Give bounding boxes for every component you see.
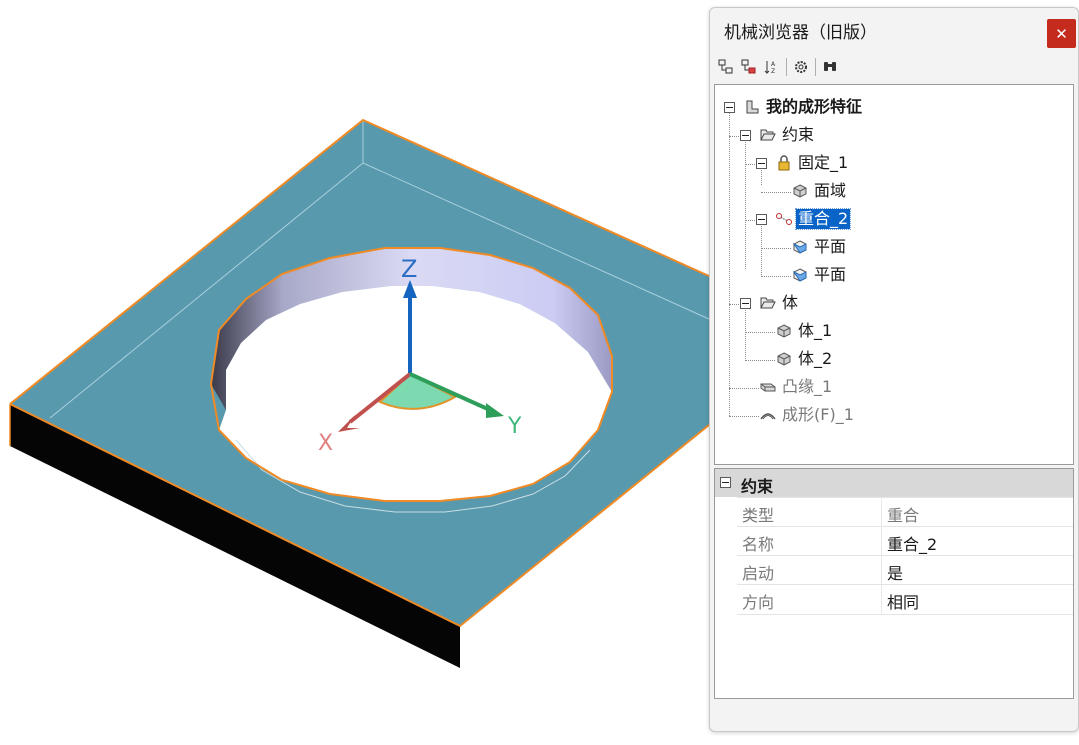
property-value[interactable]: 重合_2 [887,531,937,555]
svg-text:A: A [771,61,776,68]
tree-item-label: 约束 [782,125,815,144]
property-row-enabled[interactable]: 启动 是 [737,555,1073,585]
expander-properties-group[interactable] [720,477,731,488]
browser-toolbar: AZ [716,56,843,78]
tree-item-body-2[interactable]: 体_2 [775,349,834,369]
property-divider [881,585,882,614]
lock-icon [775,155,793,171]
tree-item-label: 体 [782,293,799,312]
property-key: 名称 [742,535,775,554]
expander-fix[interactable] [756,158,767,169]
coincident-constraint-icon [775,211,793,227]
sort-az-icon[interactable]: AZ [762,57,782,77]
tree-item-label: 凸缘_1 [782,377,833,396]
properties-group-title: 约束 [741,477,774,496]
tree-item-label: 体_2 [798,349,833,368]
property-divider [881,527,882,556]
properties-group-header[interactable]: 约束 [715,469,1073,497]
property-value[interactable]: 是 [887,560,903,584]
z-axis-label: Z [401,255,417,283]
folder-open-icon [759,295,777,311]
toolbar-separator [786,58,787,76]
property-value[interactable]: 相同 [887,589,919,613]
tree-item-label: 面域 [814,181,847,200]
tree-item-coincident[interactable]: 重合_2 [775,208,852,230]
svg-text:Z: Z [771,68,775,75]
tree-item-fix[interactable]: 固定_1 [775,153,850,173]
tree-item-constraints[interactable]: 约束 [759,125,816,145]
property-key: 启动 [742,564,775,583]
property-row-type[interactable]: 类型 重合 [737,497,1073,527]
tree-item-label: 成形(F)_1 [782,405,854,424]
tree-item-label: 固定_1 [798,153,849,172]
tree-item-root[interactable]: 我的成形特征 [743,97,864,117]
tree-item-label: 体_1 [798,321,833,340]
settings-gear-icon[interactable] [791,57,811,77]
tree-item-bodies[interactable]: 体 [759,293,800,313]
solid-cube-icon [791,183,809,199]
find-binoculars-icon[interactable] [820,57,840,77]
plane-face-icon [791,239,809,255]
tree-item-label: 平面 [814,237,847,256]
property-key: 方向 [742,593,775,612]
tree-item-label: 我的成形特征 [766,97,863,116]
tree-item-region[interactable]: 面域 [791,181,848,201]
panel-title: 机械浏览器（旧版） [724,23,877,43]
flange-icon [759,379,777,395]
tree-item-plane-2[interactable]: 平面 [791,265,848,285]
tree-item-body-1[interactable]: 体_1 [775,321,834,341]
tree-item-plane-1[interactable]: 平面 [791,237,848,257]
close-button[interactable]: ✕ [1047,19,1076,48]
property-row-name[interactable]: 名称 重合_2 [737,526,1073,556]
solid-cube-icon [775,323,793,339]
folder-open-icon [759,127,777,143]
plane-face-icon [791,267,809,283]
sheet-metal-part[interactable] [9,118,741,668]
mechanical-browser-panel: 机械浏览器（旧版） ✕ AZ 我的成形特征 约束 固定_1 面域 重合_2 平面… [709,7,1079,732]
solid-cube-icon [775,351,793,367]
property-key: 类型 [742,506,775,525]
expander-bodies[interactable] [740,298,751,309]
expander-coincident[interactable] [756,214,767,225]
expander-root[interactable] [724,102,735,113]
x-axis-label: X [318,431,333,456]
toolbar-separator [815,58,816,76]
tree-item-label: 平面 [814,265,847,284]
property-divider [881,556,882,585]
property-divider [881,498,882,527]
expander-constraints[interactable] [740,130,751,141]
feature-tree[interactable]: 我的成形特征 约束 固定_1 面域 重合_2 平面 平面 体 体_1 体_2 凸… [714,84,1074,465]
sheet-metal-icon [743,99,761,115]
tree-item-form[interactable]: 成形(F)_1 [759,405,856,425]
y-axis-label: Y [507,414,522,439]
tree-item-flange[interactable]: 凸缘_1 [759,377,834,397]
collapse-all-icon[interactable] [739,57,759,77]
properties-grid: 约束 类型 重合 名称 重合_2 启动 是 方向 相同 [714,468,1074,699]
property-value: 重合 [887,506,920,525]
property-row-direction[interactable]: 方向 相同 [737,584,1073,615]
form-feature-icon [759,407,777,423]
tree-item-label: 重合_2 [794,208,852,230]
close-icon: ✕ [1055,24,1068,43]
expand-all-icon[interactable] [716,57,736,77]
